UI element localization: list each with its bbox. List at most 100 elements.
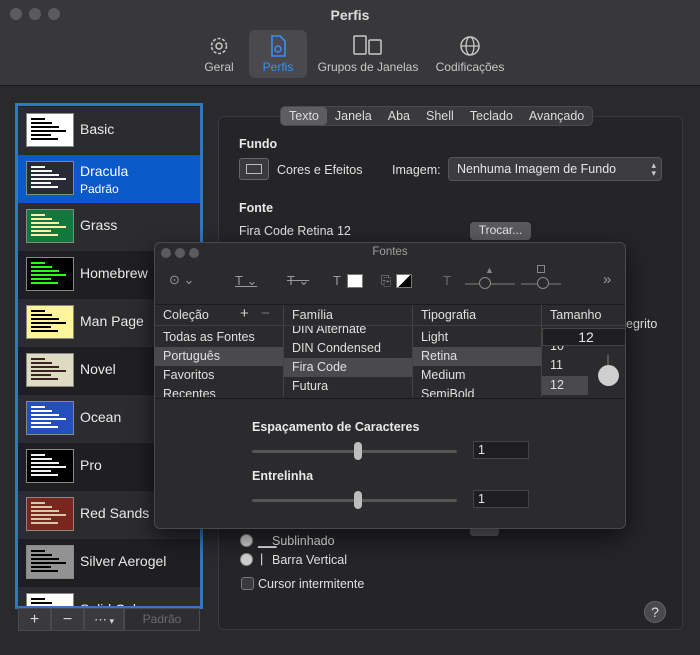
- tab-shell[interactable]: Shell: [418, 107, 462, 125]
- typeface-item[interactable]: Medium: [413, 366, 541, 385]
- shadow-blur-knob[interactable]: [537, 277, 549, 289]
- profile-thumbnail: [26, 113, 74, 147]
- thumbnail-line: [31, 558, 59, 560]
- collection-item[interactable]: Recentes: [155, 385, 283, 397]
- tab-tab[interactable]: Aba: [380, 107, 418, 125]
- thumbnail-line: [31, 178, 66, 180]
- profile-name: Novel: [80, 361, 116, 377]
- thumbnail-line: [31, 366, 59, 368]
- profile-item[interactable]: Silver Aerogel: [18, 539, 200, 587]
- profile-name: Ocean: [80, 409, 122, 425]
- typeface-item[interactable]: SemiBold: [413, 385, 541, 397]
- family-item[interactable]: DIN Alternate: [284, 326, 412, 336]
- profile-item[interactable]: Dracula Padrão: [18, 155, 200, 203]
- color-well[interactable]: [470, 528, 499, 536]
- profile-item[interactable]: Solid Colors: [18, 587, 200, 606]
- font-heading: Fonte: [239, 201, 274, 215]
- collection-item[interactable]: Todas as Fontes: [155, 328, 283, 347]
- square-icon: [537, 265, 545, 273]
- more-icon: ⋯: [93, 612, 107, 627]
- thumbnail-line: [31, 118, 45, 120]
- thumbnail-line: [31, 598, 45, 600]
- toolbar-window-groups-label: Grupos de Janelas: [317, 60, 419, 74]
- toolbar-profiles[interactable]: Perfis: [249, 30, 307, 78]
- line-spacing-knob[interactable]: [354, 491, 362, 509]
- tab-text[interactable]: Texto: [281, 107, 327, 125]
- size-item[interactable]: 10: [542, 346, 588, 355]
- text-color-swatch[interactable]: [347, 274, 363, 288]
- toolbar-encodings[interactable]: Codificações: [431, 30, 509, 78]
- thumbnail-line: [31, 266, 52, 268]
- collection-item[interactable]: Favoritos: [155, 366, 283, 385]
- profile-name: Silver Aerogel: [80, 553, 167, 569]
- divider: [155, 398, 625, 399]
- family-item[interactable]: Futura: [284, 377, 412, 396]
- thumbnail-line: [31, 214, 45, 216]
- shadow-icon: T: [443, 273, 451, 288]
- text-color-icon[interactable]: T: [333, 273, 341, 288]
- add-profile-button[interactable]: +: [18, 608, 51, 631]
- thumbnail-line: [31, 602, 52, 604]
- thumbnail-line: [31, 378, 58, 380]
- size-slider-knob[interactable]: [598, 365, 619, 386]
- shadow-opacity-knob[interactable]: [479, 277, 491, 289]
- character-spacing-knob[interactable]: [354, 442, 362, 460]
- font-size-input[interactable]: 12: [542, 328, 626, 346]
- set-default-button[interactable]: Padrão: [124, 608, 200, 631]
- profile-thumbnail: [26, 497, 74, 531]
- help-button[interactable]: ?: [644, 601, 666, 623]
- tab-keyboard[interactable]: Teclado: [462, 107, 521, 125]
- thumbnail-line: [31, 186, 58, 188]
- cursor-vertical-bar-label: Barra Vertical: [272, 553, 348, 567]
- thumbnail-line: [31, 554, 52, 556]
- thumbnail-line: [31, 518, 51, 520]
- overflow-chevron-icon[interactable]: »: [603, 271, 611, 288]
- remove-collection-button[interactable]: −: [261, 305, 270, 322]
- size-item[interactable]: 11: [542, 356, 588, 375]
- thumbnail-line: [31, 126, 59, 128]
- profile-thumbnail: [26, 401, 74, 435]
- thumbnail-line: [31, 510, 59, 512]
- add-collection-button[interactable]: +: [240, 305, 249, 322]
- size-item[interactable]: 12: [542, 376, 588, 395]
- remove-profile-button[interactable]: −: [51, 608, 84, 631]
- typeface-item[interactable]: Retina: [413, 347, 541, 366]
- thumbnail-line: [31, 182, 51, 184]
- cursor-underline-radio[interactable]: [240, 534, 253, 547]
- thumbnail-line: [31, 282, 58, 284]
- profile-actions-menu-button[interactable]: ⋯ ▾: [84, 608, 124, 631]
- character-spacing-input[interactable]: 1: [473, 441, 529, 459]
- cursor-vertical-bar-radio[interactable]: [240, 553, 253, 566]
- background-image-select[interactable]: Nenhuma Imagem de Fundo ▴ ▾: [448, 157, 662, 181]
- document-color-icon[interactable]: ⎘: [381, 273, 391, 289]
- profile-name: Dracula: [80, 163, 129, 179]
- thumbnail-line: [31, 138, 58, 140]
- underline-icon[interactable]: T ⌄: [235, 273, 257, 289]
- toolbar-general[interactable]: Geral: [195, 30, 243, 78]
- toolbar-window-groups[interactable]: Grupos de Janelas: [315, 30, 421, 78]
- colors-effects-label: Cores e Efeitos: [277, 163, 363, 177]
- family-item[interactable]: Fira Code: [284, 358, 412, 377]
- collection-item[interactable]: Português: [155, 347, 283, 366]
- size-column-header: Tamanho: [542, 304, 626, 326]
- collection-header-label: Coleção: [163, 308, 209, 322]
- actions-menu-icon[interactable]: ⊙ ⌄: [169, 272, 194, 288]
- profile-item[interactable]: Basic: [18, 107, 200, 155]
- family-column-header: Família: [284, 304, 412, 326]
- change-font-button[interactable]: Trocar...: [470, 222, 531, 240]
- background-color-swatch[interactable]: [239, 158, 269, 180]
- thumbnail-line: [31, 362, 52, 364]
- cursor-blink-checkbox[interactable]: [241, 577, 254, 590]
- tab-window[interactable]: Janela: [327, 107, 380, 125]
- typeface-item[interactable]: Light: [413, 328, 541, 347]
- document-color-swatch[interactable]: [396, 274, 412, 288]
- family-item[interactable]: DIN Condensed: [284, 339, 412, 358]
- thumbnail-line: [31, 470, 51, 472]
- line-spacing-input[interactable]: 1: [473, 490, 529, 508]
- profile-name: Red Sands: [80, 505, 150, 521]
- thumbnail-line: [31, 406, 45, 408]
- strikethrough-icon[interactable]: T ⌄: [287, 273, 309, 289]
- thumbnail-line: [31, 358, 45, 360]
- tab-advanced[interactable]: Avançado: [521, 107, 592, 125]
- thumbnail-line: [31, 330, 58, 332]
